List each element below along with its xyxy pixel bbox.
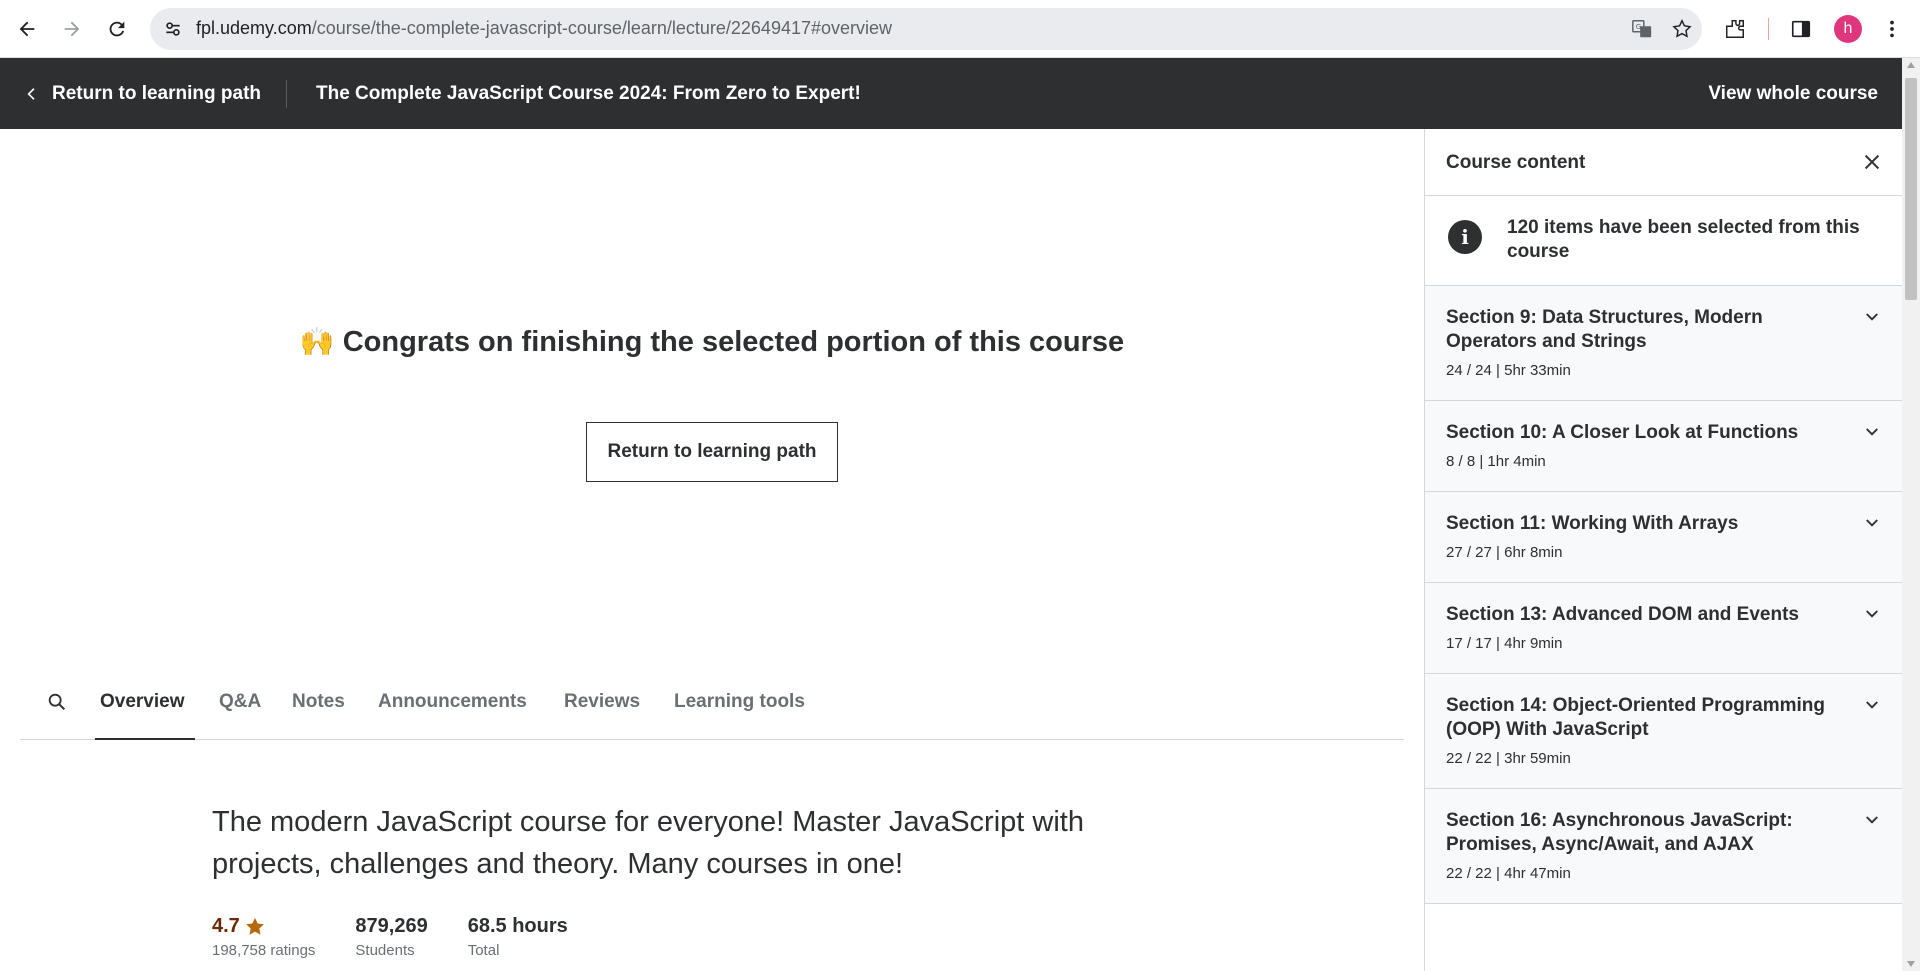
hours-stat: 68.5 hours Total <box>468 915 568 959</box>
students-stat: 879,269 Students <box>355 915 427 959</box>
selection-info-text: 120 items have been selected from this c… <box>1507 217 1860 262</box>
course-stats: 4.7 198,758 ratings 879,269 Students 68.… <box>212 915 568 959</box>
scroll-down-arrow-icon[interactable] <box>1907 961 1915 967</box>
sidebar-header: Course content <box>1425 129 1903 196</box>
close-icon[interactable] <box>1861 151 1883 173</box>
more-menu-icon[interactable] <box>1880 12 1904 46</box>
scrollbar-thumb[interactable] <box>1905 78 1917 300</box>
bookmark-star-icon[interactable] <box>1670 17 1694 41</box>
main-content: 🙌 Congrats on finishing the selected port… <box>0 129 1424 971</box>
chevron-down-icon <box>1866 610 1878 618</box>
tab-overview[interactable]: Overview <box>95 677 195 740</box>
svg-text:G: G <box>1636 22 1642 31</box>
rating-value: 4.7 <box>212 915 240 937</box>
section-meta: 17 / 17 | 4hr 9min <box>1446 635 1563 652</box>
section-meta: 24 / 24 | 5hr 33min <box>1446 362 1571 379</box>
address-bar[interactable]: fpl.udemy.com/course/the-complete-javasc… <box>150 8 1702 50</box>
section-meta: 27 / 27 | 6hr 8min <box>1446 544 1563 561</box>
chevron-down-icon <box>1866 428 1878 436</box>
header-divider <box>286 80 287 108</box>
section-meta: 8 / 8 | 1hr 4min <box>1446 453 1546 470</box>
rating-stat: 4.7 198,758 ratings <box>212 915 315 959</box>
translate-icon[interactable]: G <box>1630 17 1654 41</box>
chevron-down-icon <box>1866 701 1878 709</box>
toolbar-divider <box>1768 18 1769 40</box>
section-item[interactable]: Section 16: Asynchronous JavaScript: Pro… <box>1425 789 1903 904</box>
sidebar-title: Course content <box>1446 152 1586 173</box>
profile-avatar[interactable]: h <box>1833 12 1863 46</box>
hours-value: 68.5 hours <box>467 915 568 937</box>
course-header: Return to learning path The Complete Jav… <box>0 58 1902 129</box>
chevron-down-icon <box>1866 816 1878 824</box>
section-meta: 22 / 22 | 3hr 59min <box>1446 750 1571 767</box>
congrats-heading: 🙌 Congrats on finishing the selected port… <box>0 325 1424 359</box>
side-panel-icon[interactable] <box>1786 12 1816 46</box>
raising-hands-icon: 🙌 <box>299 326 335 357</box>
tab-announcements[interactable]: Announcements <box>378 677 527 740</box>
section-title: Section 11: Working With Arrays <box>1446 513 1739 534</box>
section-item[interactable]: Section 9: Data Structures, Modern Opera… <box>1425 286 1903 401</box>
course-tabs: Overview Q&A Notes Announcements Reviews… <box>20 677 1404 740</box>
return-to-learning-path-button[interactable]: Return to learning path <box>586 422 838 482</box>
back-arrow-icon[interactable] <box>10 12 44 46</box>
tab-learning-tools[interactable]: Learning tools <box>674 677 805 740</box>
section-title: Section 16: Asynchronous JavaScript: Pro… <box>1446 810 1793 855</box>
section-meta: 22 / 22 | 4hr 47min <box>1446 865 1571 882</box>
star-icon <box>245 917 264 935</box>
chevron-down-icon <box>1866 313 1878 321</box>
section-title: Section 10: A Closer Look at Functions <box>1446 422 1799 443</box>
tab-qa[interactable]: Q&A <box>219 677 261 740</box>
extensions-icon[interactable] <box>1720 12 1750 46</box>
page-scrollbar[interactable] <box>1902 58 1920 971</box>
section-item[interactable]: Section 14: Object-Oriented Programming … <box>1425 674 1903 789</box>
tab-notes[interactable]: Notes <box>292 677 345 740</box>
back-link-label: Return to learning path <box>52 82 261 104</box>
info-icon: i <box>1448 220 1482 254</box>
section-item[interactable]: Section 11: Working With Arrays 27 / 27 … <box>1425 492 1903 583</box>
tab-reviews[interactable]: Reviews <box>564 677 640 740</box>
section-title: Section 14: Object-Oriented Programming … <box>1446 695 1826 740</box>
course-description: The modern JavaScript course for everyon… <box>212 806 1084 880</box>
course-title: The Complete JavaScript Course 2024: Fro… <box>316 82 861 104</box>
browser-toolbar: fpl.udemy.com/course/the-complete-javasc… <box>0 0 1920 58</box>
course-content-sidebar: Course content i 120 items have been sel… <box>1424 129 1903 971</box>
section-title: Section 9: Data Structures, Modern Opera… <box>1446 307 1763 352</box>
search-icon[interactable] <box>46 691 70 715</box>
url-text: fpl.udemy.com/course/the-complete-javasc… <box>196 18 893 38</box>
chevron-left-icon <box>27 87 35 100</box>
forward-arrow-icon[interactable] <box>55 12 89 46</box>
students-value: 879,269 <box>355 915 428 937</box>
view-whole-course-link[interactable]: View whole course <box>1708 58 1878 129</box>
section-item[interactable]: Section 13: Advanced DOM and Events 17 /… <box>1425 583 1903 674</box>
chevron-down-icon <box>1866 519 1878 527</box>
hours-label: Total <box>467 942 500 959</box>
selection-info: i 120 items have been selected from this… <box>1425 196 1903 286</box>
congrats-text: Congrats on finishing the selected porti… <box>342 326 1125 358</box>
ratings-count: 198,758 ratings <box>212 942 316 959</box>
students-label: Students <box>355 942 415 959</box>
section-title: Section 13: Advanced DOM and Events <box>1446 604 1799 625</box>
section-item[interactable]: Section 10: A Closer Look at Functions 8… <box>1425 401 1903 492</box>
site-info-icon[interactable] <box>160 16 186 42</box>
return-to-learning-path-link[interactable]: Return to learning path <box>24 58 261 129</box>
reload-icon[interactable] <box>100 12 134 46</box>
avatar[interactable]: h <box>1834 15 1862 43</box>
scroll-up-arrow-icon[interactable] <box>1907 62 1915 68</box>
